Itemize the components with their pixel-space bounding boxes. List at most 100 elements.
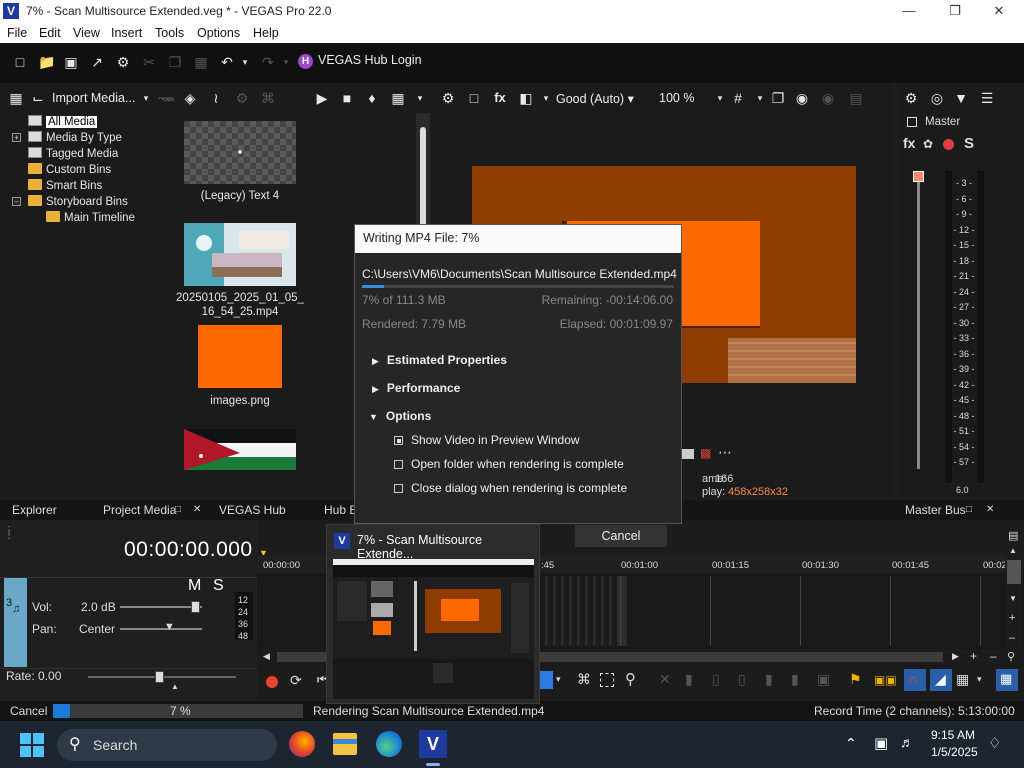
firefox-icon[interactable] xyxy=(289,731,315,757)
import-dropdown-icon[interactable]: ▾ xyxy=(138,90,154,106)
preview-guide-icon[interactable]: ▩ xyxy=(700,446,711,460)
preview-mini-icon[interactable] xyxy=(680,449,694,459)
region-icon[interactable]: ▣▣ xyxy=(874,673,897,687)
tab-vegas-hub[interactable]: VEGAS Hub xyxy=(219,503,286,517)
zoom-timeline-icon[interactable]: ⚲ xyxy=(625,670,636,688)
trim-start-icon[interactable]: ▯ xyxy=(712,671,720,688)
speaker-icon[interactable]: ▼ xyxy=(953,90,969,106)
tree-media-by-type[interactable]: Media By Type xyxy=(28,131,122,144)
stop-icon[interactable]: ■ xyxy=(339,90,355,106)
media-thumb-image[interactable] xyxy=(198,325,282,388)
menu-help[interactable]: Help xyxy=(253,26,279,40)
tree-storyboard-bins[interactable]: Storyboard Bins xyxy=(28,195,128,208)
show-hidden-icons-chevron-icon[interactable]: ⌃ xyxy=(845,735,857,752)
import-media-button[interactable]: Import Media... xyxy=(52,91,135,105)
menu-tools[interactable]: Tools xyxy=(155,26,184,40)
mixer-icon[interactable]: ☰ xyxy=(979,90,995,106)
track-list-icon[interactable]: ▤ xyxy=(1008,529,1018,542)
expand-media-by-type[interactable]: + xyxy=(12,133,21,142)
tab-master-bus[interactable]: Master Bus xyxy=(905,503,966,517)
options-section[interactable]: ▼ Options xyxy=(369,409,431,423)
vol-slider-handle[interactable] xyxy=(191,601,200,613)
zoom-out-horizontal-icon[interactable]: – xyxy=(990,649,997,663)
option-show-video[interactable]: Show Video in Preview Window xyxy=(394,433,580,447)
render-cancel-link[interactable]: Cancel xyxy=(10,704,47,718)
zoom-in-horizontal-icon[interactable]: + xyxy=(970,649,977,663)
media-gear-icon[interactable]: ⚙ xyxy=(234,90,250,106)
performance-section[interactable]: ▶ Performance xyxy=(372,381,460,395)
tab-close-icon[interactable]: ✕ xyxy=(193,504,201,515)
ripple-dropdown-icon[interactable]: ▾ xyxy=(977,674,982,685)
record-button[interactable] xyxy=(266,676,278,688)
media-thumb-flag[interactable] xyxy=(184,429,296,470)
vegas-hub-login-button[interactable]: H VEGAS Hub Login xyxy=(298,53,422,69)
scroll-down-icon[interactable]: ▼ xyxy=(1009,594,1017,603)
remove-icon[interactable]: ↝ xyxy=(160,90,176,106)
preview-device-icon[interactable]: ◉ xyxy=(820,90,836,106)
marker-icon[interactable]: ⚑ xyxy=(849,671,862,688)
minimize-button[interactable]: — xyxy=(886,0,932,23)
taskbar-search-box[interactable]: ⚲ Search xyxy=(57,729,277,761)
menu-options[interactable]: Options xyxy=(197,26,240,40)
media-properties-icon[interactable]: ◈ xyxy=(182,90,198,106)
envelope-tool-icon[interactable]: ⌘ xyxy=(577,671,591,688)
tree-all-media[interactable]: All Media xyxy=(28,115,98,128)
master-tab-restore-icon[interactable]: □ xyxy=(966,504,972,515)
checkbox-unchecked[interactable] xyxy=(394,484,403,493)
zoom-tool-icon[interactable]: ⚲ xyxy=(1007,650,1015,663)
save-snapshot-icon[interactable]: ◉ xyxy=(794,90,810,106)
tree-main-timeline[interactable]: Main Timeline xyxy=(46,211,135,224)
copy-snapshot-icon[interactable]: ❐ xyxy=(770,90,786,106)
preview-zoom-select[interactable]: 100 % xyxy=(659,91,694,105)
overlays-dropdown-icon[interactable]: ▾ xyxy=(752,90,768,106)
tab-project-media[interactable]: Project Media xyxy=(103,503,176,517)
import-media-icon[interactable]: ⌙ xyxy=(30,90,46,106)
ripple-edit-icon[interactable]: ▦ xyxy=(956,671,969,688)
rate-slider-handle[interactable] xyxy=(155,671,164,683)
restore-button[interactable]: ❐ xyxy=(932,0,978,23)
scroll-right-icon[interactable]: ▶ xyxy=(952,651,959,662)
notifications-bell-icon[interactable]: ♢ xyxy=(988,734,1001,752)
views-dropdown-icon[interactable]: ▾ xyxy=(412,90,428,106)
split-icon[interactable]: ⌘ xyxy=(260,90,276,106)
estimated-properties-section[interactable]: ▶ Estimated Properties xyxy=(372,353,507,367)
views-icon[interactable]: ▦ xyxy=(390,90,406,106)
properties-gear-icon[interactable]: ⚙ xyxy=(115,54,131,70)
master-effects-chain-icon[interactable]: ✿ xyxy=(923,137,933,151)
tab-hub-explorer[interactable]: Hub E xyxy=(324,503,357,517)
lock-icon[interactable]: ▣ xyxy=(817,671,830,688)
save-icon[interactable]: ▣ xyxy=(63,54,79,70)
windows-start-icon[interactable] xyxy=(20,733,44,757)
file-explorer-icon[interactable] xyxy=(333,733,357,755)
media-thumb-legacy-text[interactable] xyxy=(184,121,296,184)
menu-view[interactable]: View xyxy=(73,26,100,40)
master-fx-icon[interactable]: fx xyxy=(903,135,915,151)
tree-smart-bins[interactable]: Smart Bins xyxy=(28,179,102,192)
edit-tool-dropdown-icon[interactable]: ▾ xyxy=(556,674,561,685)
master-fader-handle[interactable] xyxy=(913,171,924,182)
menu-insert[interactable]: Insert xyxy=(111,26,142,40)
paste-icon[interactable]: ▦ xyxy=(193,54,209,70)
clock-date[interactable]: 1/5/2025 xyxy=(931,745,978,759)
undo-dropdown-icon[interactable]: ▾ xyxy=(240,54,250,70)
tab-restore-icon[interactable]: □ xyxy=(175,504,181,515)
master-checkbox[interactable] xyxy=(907,117,917,127)
cut-icon[interactable]: ✂ xyxy=(141,54,157,70)
track-mute-button[interactable]: M xyxy=(188,577,201,595)
auto-preview-icon[interactable]: ♦ xyxy=(364,90,380,106)
new-file-icon[interactable]: □ xyxy=(12,54,28,70)
snapping-magnet-button[interactable]: ∩ xyxy=(904,669,926,691)
grid-view-icon[interactable]: ▦ xyxy=(8,90,24,106)
close-window-button[interactable]: ✕ xyxy=(976,0,1022,23)
volume-icon[interactable]: ♬ xyxy=(900,734,914,750)
clock-time[interactable]: 9:15 AM xyxy=(931,728,975,742)
master-mute-icon[interactable] xyxy=(943,139,954,150)
zoom-in-vertical-icon[interactable]: + xyxy=(1009,612,1015,624)
overlays-grid-icon[interactable]: # xyxy=(730,90,746,106)
tree-tagged-media[interactable]: Tagged Media xyxy=(28,147,118,160)
menu-edit[interactable]: Edit xyxy=(39,26,61,40)
option-open-folder[interactable]: Open folder when rendering is complete xyxy=(394,457,624,471)
redo-dropdown-icon[interactable]: ▾ xyxy=(281,54,291,70)
more-options-icon[interactable]: ⋯ xyxy=(718,444,732,461)
edit-tool-button[interactable] xyxy=(539,671,553,689)
